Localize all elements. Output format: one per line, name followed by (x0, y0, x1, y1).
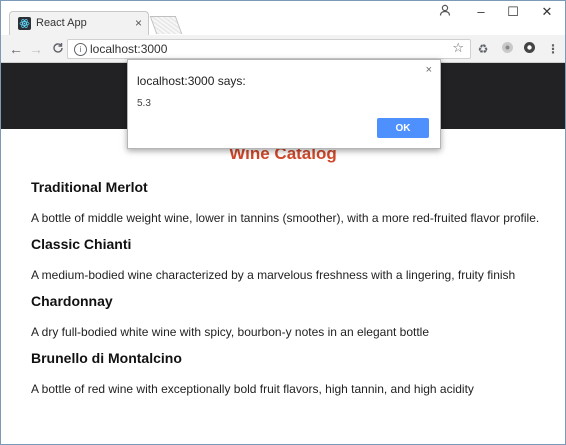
tab-title: React App (36, 17, 87, 29)
person-icon[interactable] (429, 1, 461, 23)
bookmark-star-icon[interactable]: ☆ (452, 40, 464, 56)
extension-icon[interactable] (499, 41, 515, 57)
wine-name: Chardonnay (31, 293, 113, 309)
wine-name: Brunello di Montalcino (31, 350, 182, 366)
reload-button[interactable] (49, 40, 67, 58)
wine-description: A medium-bodied wine characterized by a … (31, 268, 516, 282)
wine-item: Classic Chianti A medium-bodied wine cha… (31, 236, 551, 282)
alert-close-icon[interactable]: × (426, 64, 432, 76)
alert-title: localhost:3000 says: (137, 74, 246, 88)
minimize-button[interactable]: – (465, 1, 497, 23)
wine-description: A dry full-bodied white wine with spicy,… (31, 325, 430, 339)
wine-description: A bottle of red wine with exceptionally … (31, 382, 474, 396)
browser-window: React App × – ☐ ✕ ← → i localhost:3000 ☆… (0, 0, 566, 445)
new-tab-button[interactable] (149, 16, 183, 34)
wine-description: A bottle of middle weight wine, lower in… (31, 211, 540, 225)
chrome-icon[interactable] (521, 41, 537, 57)
wine-item: Traditional Merlot A bottle of middle we… (31, 179, 551, 225)
address-bar[interactable]: i localhost:3000 ☆ (67, 39, 471, 59)
wine-name: Traditional Merlot (31, 179, 148, 195)
tab-close-icon[interactable]: × (135, 15, 142, 31)
tab-strip: React App × – ☐ ✕ (1, 1, 565, 35)
maximize-button[interactable]: ☐ (497, 1, 529, 23)
close-window-button[interactable]: ✕ (531, 1, 563, 23)
ok-button[interactable]: OK (377, 118, 429, 138)
recycle-icon[interactable]: ♻ (475, 41, 491, 57)
back-button[interactable]: ← (7, 40, 25, 58)
browser-tab[interactable]: React App × (9, 11, 149, 35)
react-favicon-icon (18, 17, 31, 30)
alert-dialog: localhost:3000 says: × 5.3 OK (127, 59, 441, 149)
wine-name: Classic Chianti (31, 236, 132, 252)
url-text[interactable]: localhost:3000 (90, 42, 167, 56)
wine-item: Brunello di Montalcino A bottle of red w… (31, 350, 551, 396)
alert-message: 5.3 (137, 98, 151, 109)
info-icon[interactable]: i (74, 43, 87, 56)
menu-icon[interactable]: ⋮ (545, 41, 561, 57)
wine-item: Chardonnay A dry full-bodied white wine … (31, 293, 551, 339)
forward-button[interactable]: → (27, 40, 45, 58)
